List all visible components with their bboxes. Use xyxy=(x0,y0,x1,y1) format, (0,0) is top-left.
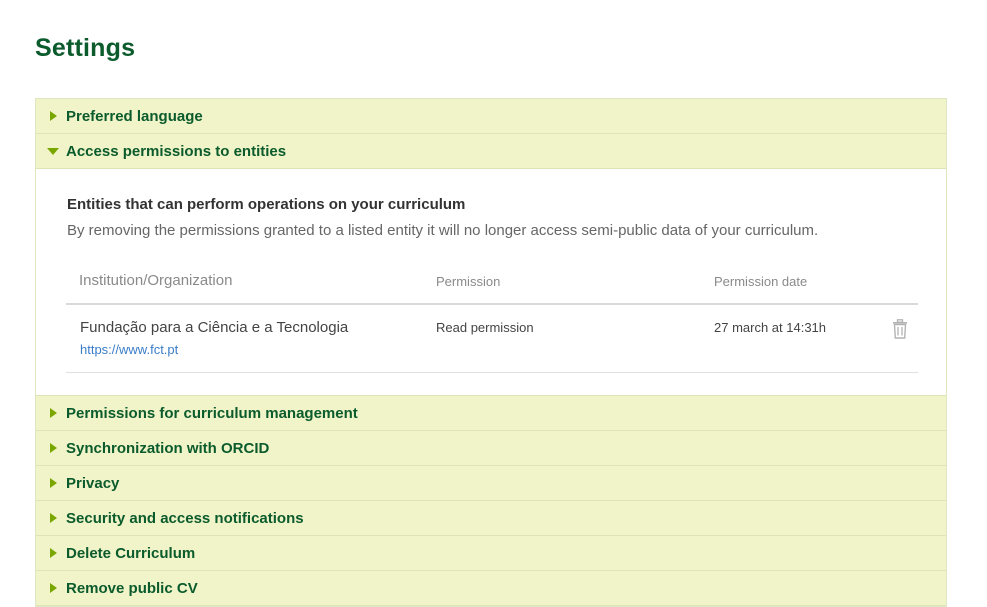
accordion-header-preferred-language[interactable]: Preferred language xyxy=(36,99,946,134)
accordion-label: Preferred language xyxy=(66,107,203,125)
permission-value: Read permission xyxy=(436,320,534,335)
caret-right-icon xyxy=(36,548,66,558)
table-row: Fundação para a Ciência e a Tecnologia h… xyxy=(66,305,918,373)
accordion-label: Security and access notifications xyxy=(66,509,304,527)
accordion-header-delete-curriculum[interactable]: Delete Curriculum xyxy=(36,536,946,571)
institution-link[interactable]: https://www.fct.pt xyxy=(80,342,178,357)
accordion-header-security-notifications[interactable]: Security and access notifications xyxy=(36,501,946,536)
caret-right-icon xyxy=(36,583,66,593)
accordion-header-curriculum-management[interactable]: Permissions for curriculum management xyxy=(36,396,946,431)
caret-right-icon xyxy=(36,408,66,418)
accordion-label: Access permissions to entities xyxy=(66,142,287,160)
settings-accordion: Preferred language Access permissions to… xyxy=(35,98,947,607)
accordion-panel-access-permissions: Entities that can perform operations on … xyxy=(36,169,946,396)
accordion-label: Remove public CV xyxy=(66,579,198,597)
column-header-institution: Institution/Organization xyxy=(79,272,233,289)
column-header-date: Permission date xyxy=(714,274,808,289)
accordion-header-remove-public-cv[interactable]: Remove public CV xyxy=(36,571,946,606)
accordion-header-access-permissions[interactable]: Access permissions to entities xyxy=(36,134,946,169)
accordion-header-privacy[interactable]: Privacy xyxy=(36,466,946,501)
section-description: By removing the permissions granted to a… xyxy=(67,222,819,239)
caret-right-icon xyxy=(36,111,66,121)
table-header: Institution/Organization Permission Perm… xyxy=(66,259,918,305)
institution-name: Fundação para a Ciência e a Tecnologia xyxy=(80,319,349,336)
permission-date: 27 march at 14:31h xyxy=(714,320,827,335)
section-heading: Entities that can perform operations on … xyxy=(67,196,466,213)
caret-down-icon xyxy=(36,147,66,155)
accordion-label: Synchronization with ORCID xyxy=(66,439,270,457)
column-header-permission: Permission xyxy=(436,274,501,289)
accordion-label: Permissions for curriculum management xyxy=(66,404,358,422)
caret-right-icon xyxy=(36,513,66,523)
caret-right-icon xyxy=(36,478,66,488)
page-title: Settings xyxy=(35,34,136,62)
accordion-header-orcid-sync[interactable]: Synchronization with ORCID xyxy=(36,431,946,466)
permissions-table: Institution/Organization Permission Perm… xyxy=(66,259,918,373)
accordion-label: Delete Curriculum xyxy=(66,544,196,562)
trash-icon[interactable] xyxy=(892,319,908,339)
caret-right-icon xyxy=(36,443,66,453)
accordion-label: Privacy xyxy=(66,474,120,492)
